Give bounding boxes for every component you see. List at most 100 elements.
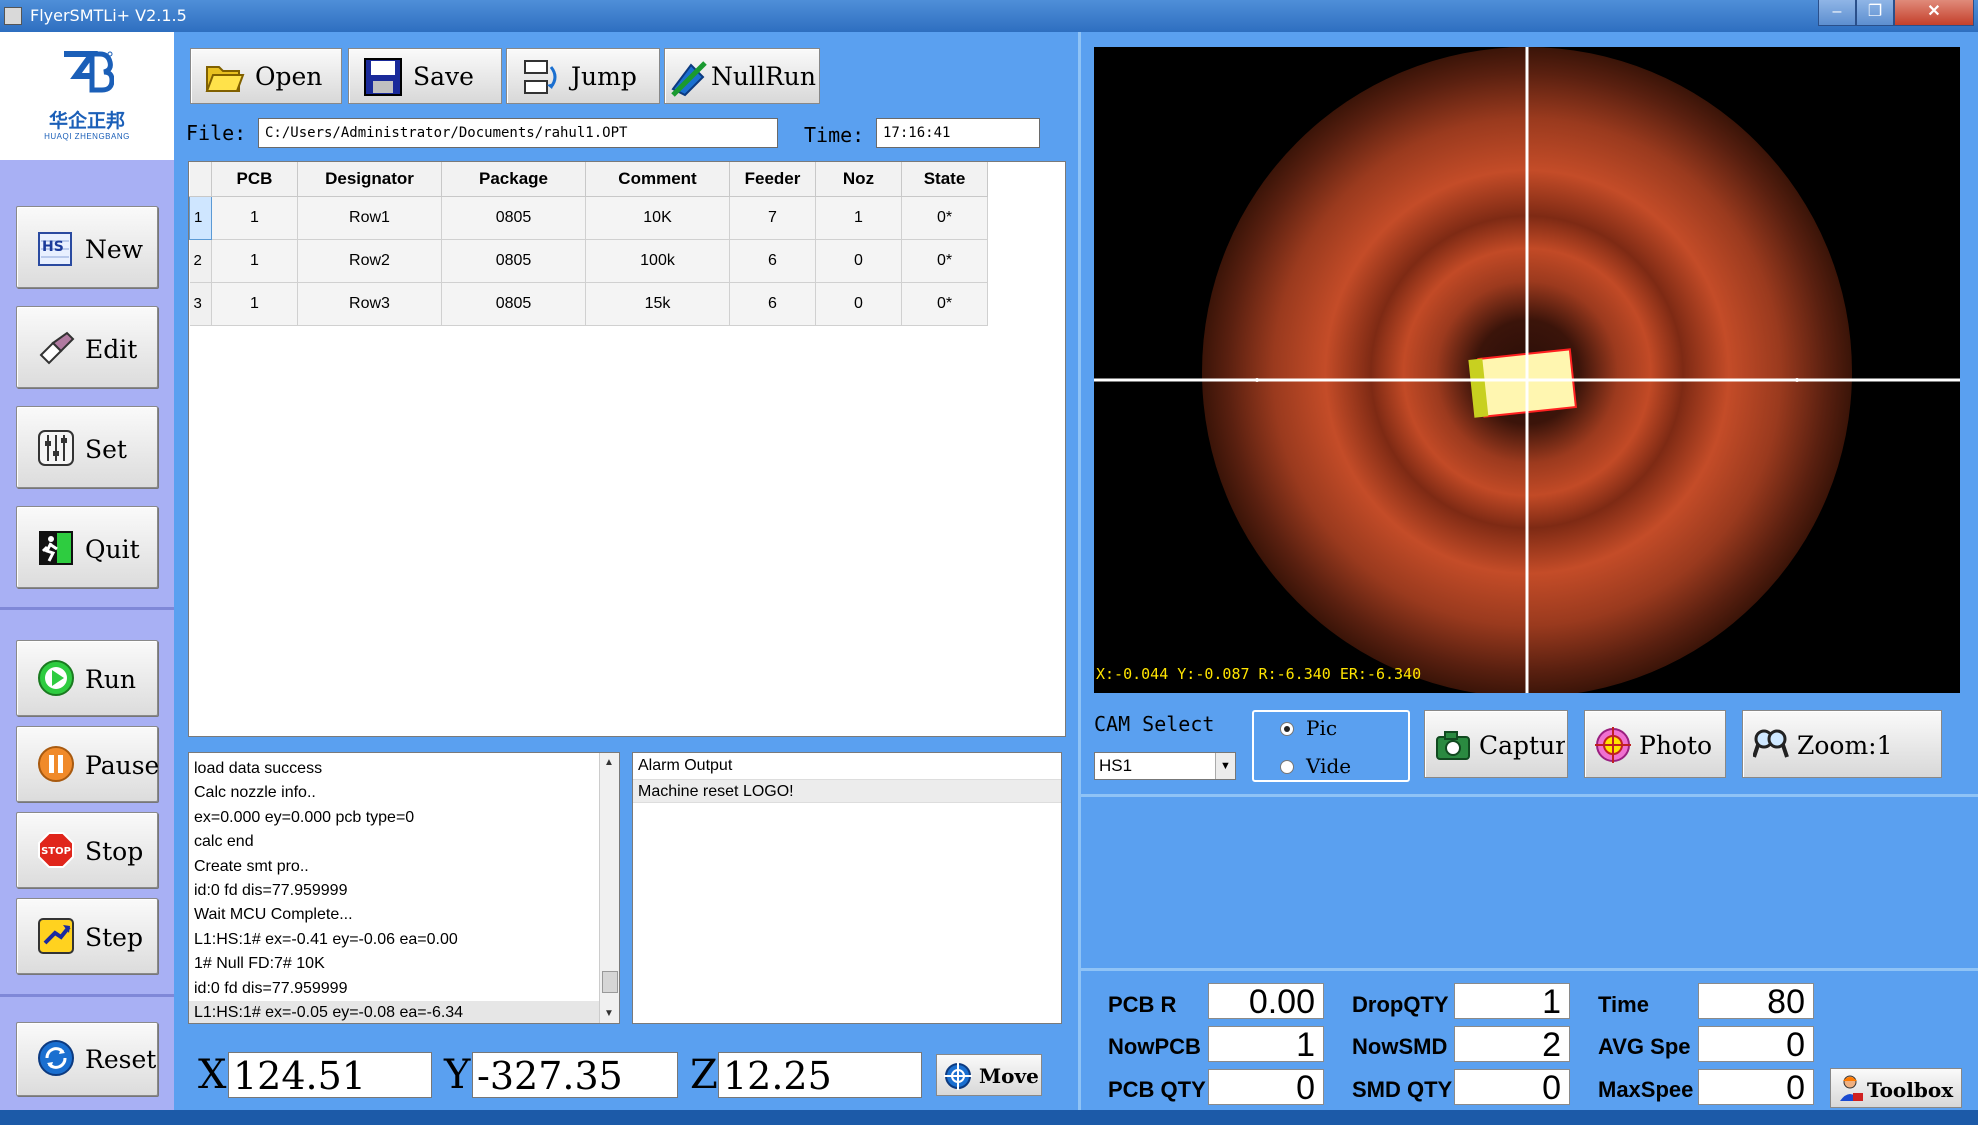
camera-readout: X:-0.044 Y:-0.087 R:-6.340 ER:-6.340 [1096, 665, 1422, 683]
row-number[interactable]: 2 [189, 239, 212, 283]
cell-noz[interactable]: 1 [815, 196, 902, 240]
new-button[interactable]: HS New [16, 206, 158, 288]
y-coord-field[interactable]: -327.35 [472, 1052, 678, 1098]
capture-button[interactable]: Captur [1424, 710, 1568, 778]
col-header-noz[interactable]: Noz [815, 162, 902, 197]
open-label: Open [255, 62, 323, 91]
cam-select-value: HS1 [1099, 756, 1133, 775]
cell-package[interactable]: 0805 [441, 239, 586, 283]
stop-icon-text: STOP [41, 846, 71, 857]
cell-pcb[interactable]: 1 [211, 282, 298, 326]
settings-sliders-icon [38, 430, 74, 466]
max-speed-value: 0 [1698, 1069, 1814, 1106]
run-button[interactable]: Run [16, 640, 158, 716]
now-pcb-value: 1 [1208, 1026, 1324, 1063]
camera-view[interactable]: X:-0.044 Y:-0.087 R:-6.340 ER:-6.340 [1094, 47, 1960, 693]
move-button[interactable]: Move [936, 1054, 1042, 1096]
chevron-down-icon[interactable]: ▼ [1215, 753, 1235, 779]
set-button[interactable]: Set [16, 406, 158, 488]
cell-noz[interactable]: 0 [815, 282, 902, 326]
pic-radio[interactable] [1280, 722, 1294, 736]
toolbox-label: Toolbox [1867, 1078, 1954, 1102]
cell-package[interactable]: 0805 [441, 196, 586, 240]
toolbox-worker-icon [1840, 1075, 1863, 1101]
step-button[interactable]: Step [16, 898, 158, 974]
cell-feeder[interactable]: 6 [729, 282, 816, 326]
pcb-qty-value[interactable]: 0 [1208, 1069, 1324, 1106]
cell-comment[interactable]: 15k [585, 282, 730, 326]
cell-feeder[interactable]: 6 [729, 239, 816, 283]
cell-state[interactable]: 0* [901, 196, 988, 240]
scroll-thumb[interactable] [602, 971, 618, 993]
exit-running-man-icon [39, 531, 73, 565]
time-field[interactable]: 17:16:41 [876, 118, 1040, 148]
capture-mode-group: Pic Vide [1252, 710, 1410, 782]
zoom-button[interactable]: Zoom:1 [1742, 710, 1942, 778]
nullrun-button[interactable]: NullRun [664, 48, 820, 104]
table-row[interactable]: 1 1 Row1 0805 10K 7 1 0* [189, 195, 988, 240]
jump-label: Jump [571, 62, 637, 91]
log-output[interactable]: load data success Calc nozzle info.. ex=… [188, 752, 620, 1024]
alarm-item[interactable]: Machine reset LOGO! [633, 779, 1061, 803]
cell-pcb[interactable]: 1 [211, 239, 298, 283]
video-radio-label[interactable]: Vide [1306, 754, 1351, 778]
save-button[interactable]: Save [348, 48, 502, 104]
cell-comment[interactable]: 100k [585, 239, 730, 283]
z-coord-field[interactable]: 12.25 [718, 1052, 922, 1098]
smd-qty-value: 0 [1454, 1069, 1570, 1106]
row-number[interactable]: 1 [189, 195, 212, 240]
cell-designator[interactable]: Row2 [297, 239, 442, 283]
jump-button[interactable]: Jump [506, 48, 660, 104]
alarm-output[interactable]: Alarm Output Machine reset LOGO! [632, 752, 1062, 1024]
maximize-button[interactable]: ❐ [1856, 0, 1894, 26]
cam-select-dropdown[interactable]: HS1 ▼ [1094, 752, 1236, 780]
col-header-package[interactable]: Package [441, 162, 586, 197]
toolbox-button[interactable]: Toolbox [1830, 1068, 1962, 1108]
stop-sign-icon: STOP [38, 832, 74, 868]
cell-state[interactable]: 0* [901, 282, 988, 326]
reset-button[interactable]: Reset [16, 1022, 158, 1096]
col-header-state[interactable]: State [901, 162, 988, 197]
cell-pcb[interactable]: 1 [211, 196, 298, 240]
cell-noz[interactable]: 0 [815, 239, 902, 283]
cell-state[interactable]: 0* [901, 239, 988, 283]
col-header-feeder[interactable]: Feeder [729, 162, 816, 197]
scroll-down-icon[interactable]: ▼ [604, 1008, 614, 1019]
window-title: FlyerSMTLi+ V2.1.5 [30, 6, 187, 25]
quit-button[interactable]: Quit [16, 506, 158, 588]
x-coord-label: X [198, 1052, 227, 1098]
time-stat-value: 80 [1698, 983, 1814, 1020]
cell-comment[interactable]: 10K [585, 196, 730, 240]
cell-designator[interactable]: Row1 [297, 196, 442, 240]
edit-button[interactable]: Edit [16, 306, 158, 388]
minimize-button[interactable]: – [1818, 0, 1856, 26]
col-header-designator[interactable]: Designator [297, 162, 442, 197]
step-label: Step [85, 923, 143, 952]
stop-button[interactable]: STOP Stop [16, 812, 158, 888]
avg-speed-value: 0 [1698, 1026, 1814, 1063]
col-header-pcb[interactable]: PCB [211, 162, 298, 197]
table-row[interactable]: 2 1 Row2 0805 100k 6 0 0* [189, 239, 988, 283]
log-line: calc end [194, 833, 254, 851]
col-header-comment[interactable]: Comment [585, 162, 730, 197]
photo-button[interactable]: Photo [1584, 710, 1726, 778]
pause-button[interactable]: Pause [16, 726, 159, 802]
video-radio[interactable] [1280, 760, 1294, 774]
open-button[interactable]: Open [190, 48, 342, 104]
table-row[interactable]: 3 1 Row3 0805 15k 6 0 0* [189, 282, 988, 326]
x-coord-field[interactable]: 124.51 [228, 1052, 432, 1098]
sidebar: 华企正邦 HUAQI ZHENGBANG HS New Edit Set Qui… [0, 32, 174, 1125]
zoom-magnifier-icon [1753, 729, 1789, 758]
open-folder-icon [205, 66, 245, 92]
file-path-field[interactable]: C:/Users/Administrator/Documents/rahul1.… [258, 118, 778, 148]
scroll-up-icon[interactable]: ▲ [604, 757, 614, 768]
cell-feeder[interactable]: 7 [729, 196, 816, 240]
edit-label: Edit [85, 335, 138, 364]
run-label: Run [85, 665, 137, 694]
close-button[interactable]: ✕ [1894, 0, 1974, 26]
cell-designator[interactable]: Row3 [297, 282, 442, 326]
cell-package[interactable]: 0805 [441, 282, 586, 326]
row-number[interactable]: 3 [189, 282, 212, 326]
log-scrollbar[interactable]: ▲ ▼ [599, 753, 619, 1023]
pic-radio-label[interactable]: Pic [1306, 716, 1337, 740]
